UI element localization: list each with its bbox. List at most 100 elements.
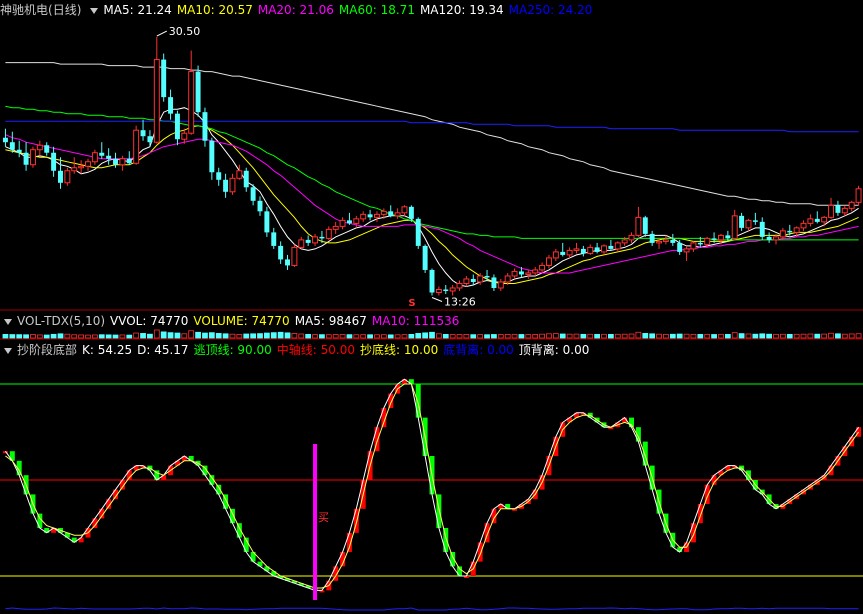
stock-name[interactable]: 神驰机电 (0, 3, 48, 17)
candle (401, 205, 408, 216)
candle (153, 37, 160, 144)
candle (614, 241, 621, 252)
volume-bar (30, 334, 36, 339)
volume-bar (841, 333, 848, 339)
volume-bar (752, 333, 759, 339)
volume-bar (780, 333, 786, 339)
candle (264, 206, 270, 237)
volume-bar (477, 334, 484, 339)
volume-bar (628, 333, 635, 339)
k-bar (388, 393, 394, 408)
volume-bar (312, 334, 318, 339)
ind-legend-item-6: 顶背离: 0.00 (518, 343, 590, 357)
volume-bar (470, 334, 477, 339)
volume-bar (374, 334, 380, 339)
dropdown-arrow-icon[interactable] (4, 347, 12, 354)
candle (2, 128, 8, 147)
candle (236, 164, 243, 180)
candle (85, 158, 91, 171)
volume-bar (566, 333, 573, 339)
candle (835, 200, 841, 216)
volume-indicator-name[interactable]: VOL-TDX(5,10) (17, 314, 105, 328)
volume-bar (621, 333, 628, 339)
volume-bar (580, 333, 587, 339)
candle (367, 209, 373, 221)
volume-bar (738, 333, 745, 339)
vol-legend-item-2: MA5: 98467 (294, 314, 367, 328)
volume-bar (676, 333, 683, 339)
candle (841, 205, 848, 216)
candle (58, 157, 63, 189)
volume-bar (133, 332, 140, 339)
volume-bar (394, 334, 401, 339)
volume-bar (284, 332, 291, 339)
candle (23, 142, 29, 171)
candle (422, 244, 428, 273)
volume-bar (367, 334, 373, 339)
volume-bar (229, 333, 236, 339)
volume-bar (594, 333, 600, 339)
candle (745, 218, 752, 231)
volume-bar (140, 333, 146, 339)
indicator-panel: 买 (0, 378, 863, 611)
vol-legend-item-3: MA10: 111536 (371, 314, 460, 328)
candle (332, 221, 339, 234)
volume-bar (257, 333, 263, 339)
volume-bar (614, 333, 621, 339)
indicator-name[interactable]: 抄阶段底部 (17, 343, 77, 357)
candle (491, 274, 497, 291)
volume-bar (731, 332, 738, 339)
volume-bar (57, 333, 64, 339)
volume-bar (401, 334, 408, 339)
candle (408, 205, 414, 222)
volume-bar (23, 334, 29, 339)
candle (601, 244, 607, 255)
candle (16, 140, 22, 158)
ind-legend-item-3: 中轴线: 50.00 (276, 343, 355, 357)
ma-legend-item-4: MA120: 19.34 (419, 3, 504, 17)
candle (140, 119, 146, 141)
low-price-label: 13:26 (444, 295, 476, 308)
volume-bar (126, 334, 133, 339)
candle (353, 215, 360, 228)
volume-bar (71, 334, 78, 339)
volume-bar (36, 334, 43, 339)
volume-bar (649, 333, 656, 339)
ma-line-ma60 (5, 105, 859, 241)
candle (29, 146, 36, 168)
candle (545, 254, 552, 269)
main-ma-legend: MA5: 21.24 MA10: 20.57 MA20: 21.06 MA60: 18… (103, 3, 597, 17)
candle (484, 269, 490, 281)
candle (587, 244, 594, 255)
volume-bar (456, 334, 463, 339)
volume-bar (264, 332, 270, 339)
candle (759, 217, 765, 240)
volume-bar (181, 333, 188, 339)
candle (731, 209, 738, 240)
candle (463, 275, 470, 287)
volume-bar (848, 333, 855, 339)
volume-bar (167, 332, 174, 339)
candle (360, 211, 367, 222)
candle (828, 197, 835, 219)
candle (257, 196, 263, 216)
candle (291, 244, 298, 267)
candle (649, 230, 655, 246)
candle (9, 131, 15, 153)
dropdown-arrow-icon[interactable] (90, 7, 99, 14)
volume-bar (669, 333, 676, 339)
candle (766, 232, 772, 243)
volume-bar (821, 333, 828, 339)
candle (71, 157, 78, 174)
kline-chart: 30.50 13:26 S 买 (0, 25, 863, 611)
volume-bar (92, 334, 98, 339)
candle (580, 245, 586, 257)
volume-bar (573, 333, 580, 339)
volume-bar (759, 333, 766, 339)
candle (443, 284, 449, 294)
dropdown-arrow-icon[interactable] (4, 318, 12, 325)
volume-bar (711, 334, 717, 339)
volume-bar (690, 333, 697, 339)
candle (36, 140, 43, 156)
candle (429, 268, 435, 296)
